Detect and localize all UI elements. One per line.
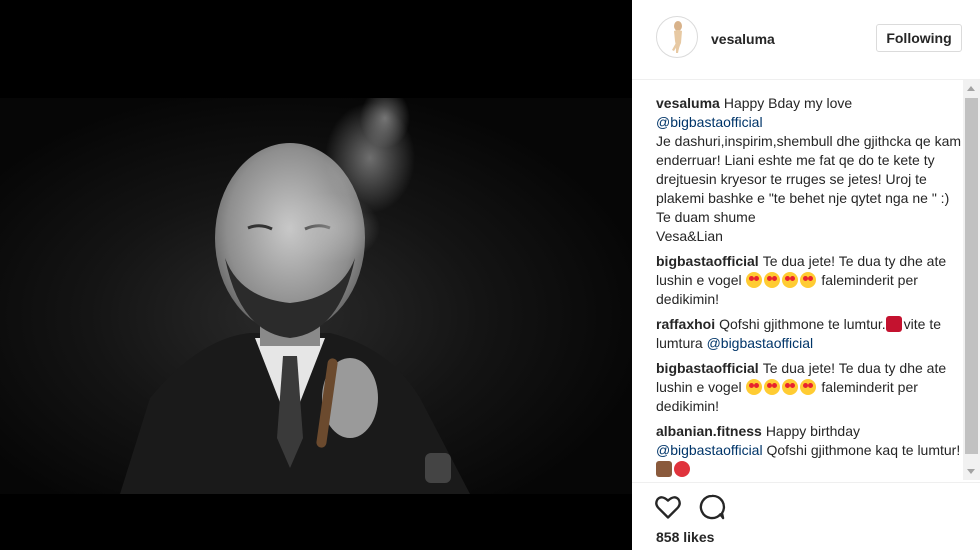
heart-eyes-emoji-icon [781, 272, 798, 288]
post-header: vesaluma Following [632, 0, 980, 80]
comments-list: vesaluma Happy Bday my love @bigbastaoffi… [656, 94, 962, 480]
post-photo[interactable] [0, 98, 632, 494]
list-item: albanian.fitness Happy birthday @bigbasta… [656, 422, 962, 479]
scrollbar-thumb[interactable] [965, 98, 978, 454]
post-actions: 858 likes [632, 482, 980, 550]
heart-eyes-emoji-icon [745, 379, 762, 395]
avatar[interactable] [656, 16, 698, 58]
comment-text: Je dashuri,inspirim,shembull dhe gjithck… [656, 133, 962, 225]
comment-signature: Vesa&Lian [656, 228, 723, 244]
comment-username[interactable]: albanian.fitness [656, 423, 762, 439]
scroll-down-arrow-icon[interactable] [967, 469, 975, 474]
mention-link[interactable]: @bigbastaofficial [707, 335, 814, 351]
comment-text: Qofshi gjithmone te lumtur. [719, 316, 886, 332]
mention-link[interactable]: @bigbastaofficial [656, 114, 763, 130]
likes-count[interactable]: 858 likes [656, 529, 714, 545]
heart-outline-icon[interactable] [654, 493, 682, 521]
post-details-panel: vesaluma Following vesaluma Happy Bday my… [632, 0, 980, 550]
post-photo-illustration [120, 98, 470, 494]
comments-scrollbar[interactable] [963, 80, 980, 480]
post-media [0, 0, 632, 550]
heart-eyes-emoji-icon [745, 272, 762, 288]
list-item: raffaxhoi Qofshi gjithmone te lumtur. vite… [656, 315, 962, 353]
comment-text: Happy birthday [765, 423, 860, 439]
following-button[interactable]: Following [876, 24, 962, 52]
mention-link[interactable]: @bigbastaofficial [656, 442, 763, 458]
heart-eyes-emoji-icon [763, 379, 780, 395]
avatar-image [672, 21, 682, 53]
comment-text: Happy Bday my love [723, 95, 853, 111]
hearts-emoji-icon [885, 316, 902, 332]
heart-eyes-emoji-icon [799, 272, 816, 288]
heart-eyes-emoji-icon [799, 379, 816, 395]
heart-eyes-emoji-icon [763, 272, 780, 288]
comment-username[interactable]: raffaxhoi [656, 316, 715, 332]
heart-eyes-emoji-icon [781, 379, 798, 395]
list-item: bigbastaofficial Te dua jete! Te dua ty d… [656, 252, 962, 309]
comment-username[interactable]: bigbastaofficial [656, 360, 759, 376]
post-username[interactable]: vesaluma [711, 31, 775, 47]
cake-emoji-icon [656, 461, 672, 477]
speech-bubble-icon[interactable] [698, 493, 726, 521]
list-item: bigbastaofficial Te dua jete! Te dua ty d… [656, 359, 962, 416]
comment-username[interactable]: bigbastaofficial [656, 253, 759, 269]
comment-text: Qofshi gjithmone kaq te lumtur! [766, 442, 961, 458]
balloon-emoji-icon [674, 461, 690, 477]
comment-username[interactable]: vesaluma [656, 95, 720, 111]
caption: vesaluma Happy Bday my love @bigbastaoffi… [656, 94, 962, 246]
scroll-up-arrow-icon[interactable] [967, 86, 975, 91]
